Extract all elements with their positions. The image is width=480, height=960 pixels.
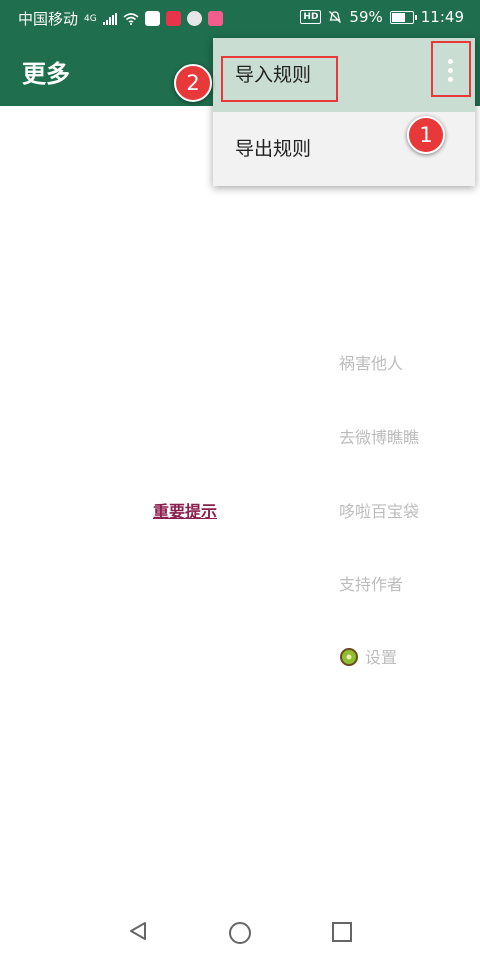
side-item-doraemon-pocket[interactable]: 哆啦百宝袋 [339,498,419,522]
battery-icon [389,10,417,24]
mute-bell-icon [329,11,342,23]
important-notice-link[interactable]: 重要提示 [153,498,217,522]
kiwi-icon [340,648,358,666]
side-item-weibo[interactable]: 去微博瞧瞧 [339,424,419,448]
more-options-button[interactable] [430,41,470,97]
recents-icon[interactable] [332,922,352,942]
side-item-support-author[interactable]: 支持作者 [339,571,403,595]
annotation-badge-1: 1 [407,116,445,154]
baidu-icon [144,11,160,26]
bilibili-icon [207,11,223,26]
hd-icon: HD [300,10,322,24]
more-vert-icon [448,59,453,82]
back-icon[interactable] [128,921,148,941]
annotation-badge-2: 2 [174,64,212,102]
side-item-settings[interactable]: 设置 [339,644,397,668]
status-right: HD 59% 11:49 [300,8,464,26]
battery-percent: 59% [349,8,383,26]
settings-label: 设置 [365,648,398,667]
taobao-icon [165,11,181,26]
network-type: 4G [84,13,97,24]
side-item-harm-others[interactable]: 祸害他人 [339,350,403,374]
status-bar: 中国移动 4G HD 59% 11:49 [0,0,480,34]
signal-icon [102,12,117,25]
clock: 11:49 [420,8,464,26]
carrier-label: 中国移动 [18,10,79,28]
battery-fill [391,12,405,22]
page-title: 更多 [22,60,70,88]
wifi-icon [123,12,139,25]
system-nav-bar [0,895,480,960]
home-icon[interactable] [229,922,251,944]
status-left: 中国移动 4G [18,8,223,29]
wechat-icon [186,11,202,26]
